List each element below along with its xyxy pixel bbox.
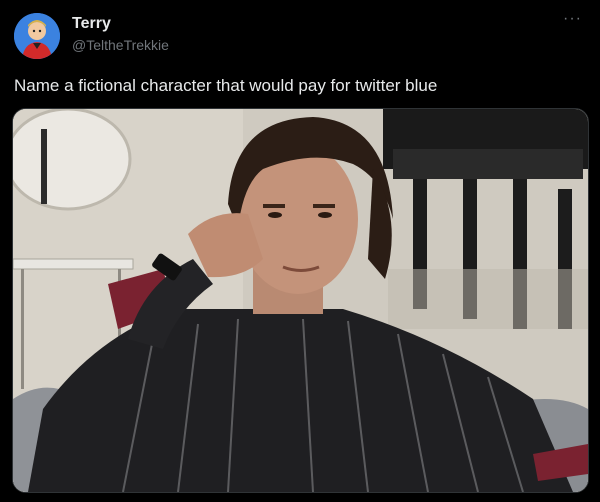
tweet-text: Name a fictional character that would pa… <box>14 76 438 95</box>
user-names: Terry @TeltheTrekkie <box>72 14 169 55</box>
more-options-icon[interactable]: ··· <box>563 10 582 28</box>
avatar[interactable] <box>14 13 60 59</box>
avatar-image <box>14 13 60 59</box>
tweet-media-photo[interactable] <box>12 108 589 493</box>
user-handle[interactable]: @TeltheTrekkie <box>72 35 169 55</box>
photo <box>13 109 588 492</box>
tweet: Terry @TeltheTrekkie ··· Name a fictiona… <box>0 0 600 502</box>
display-name[interactable]: Terry <box>72 14 169 34</box>
